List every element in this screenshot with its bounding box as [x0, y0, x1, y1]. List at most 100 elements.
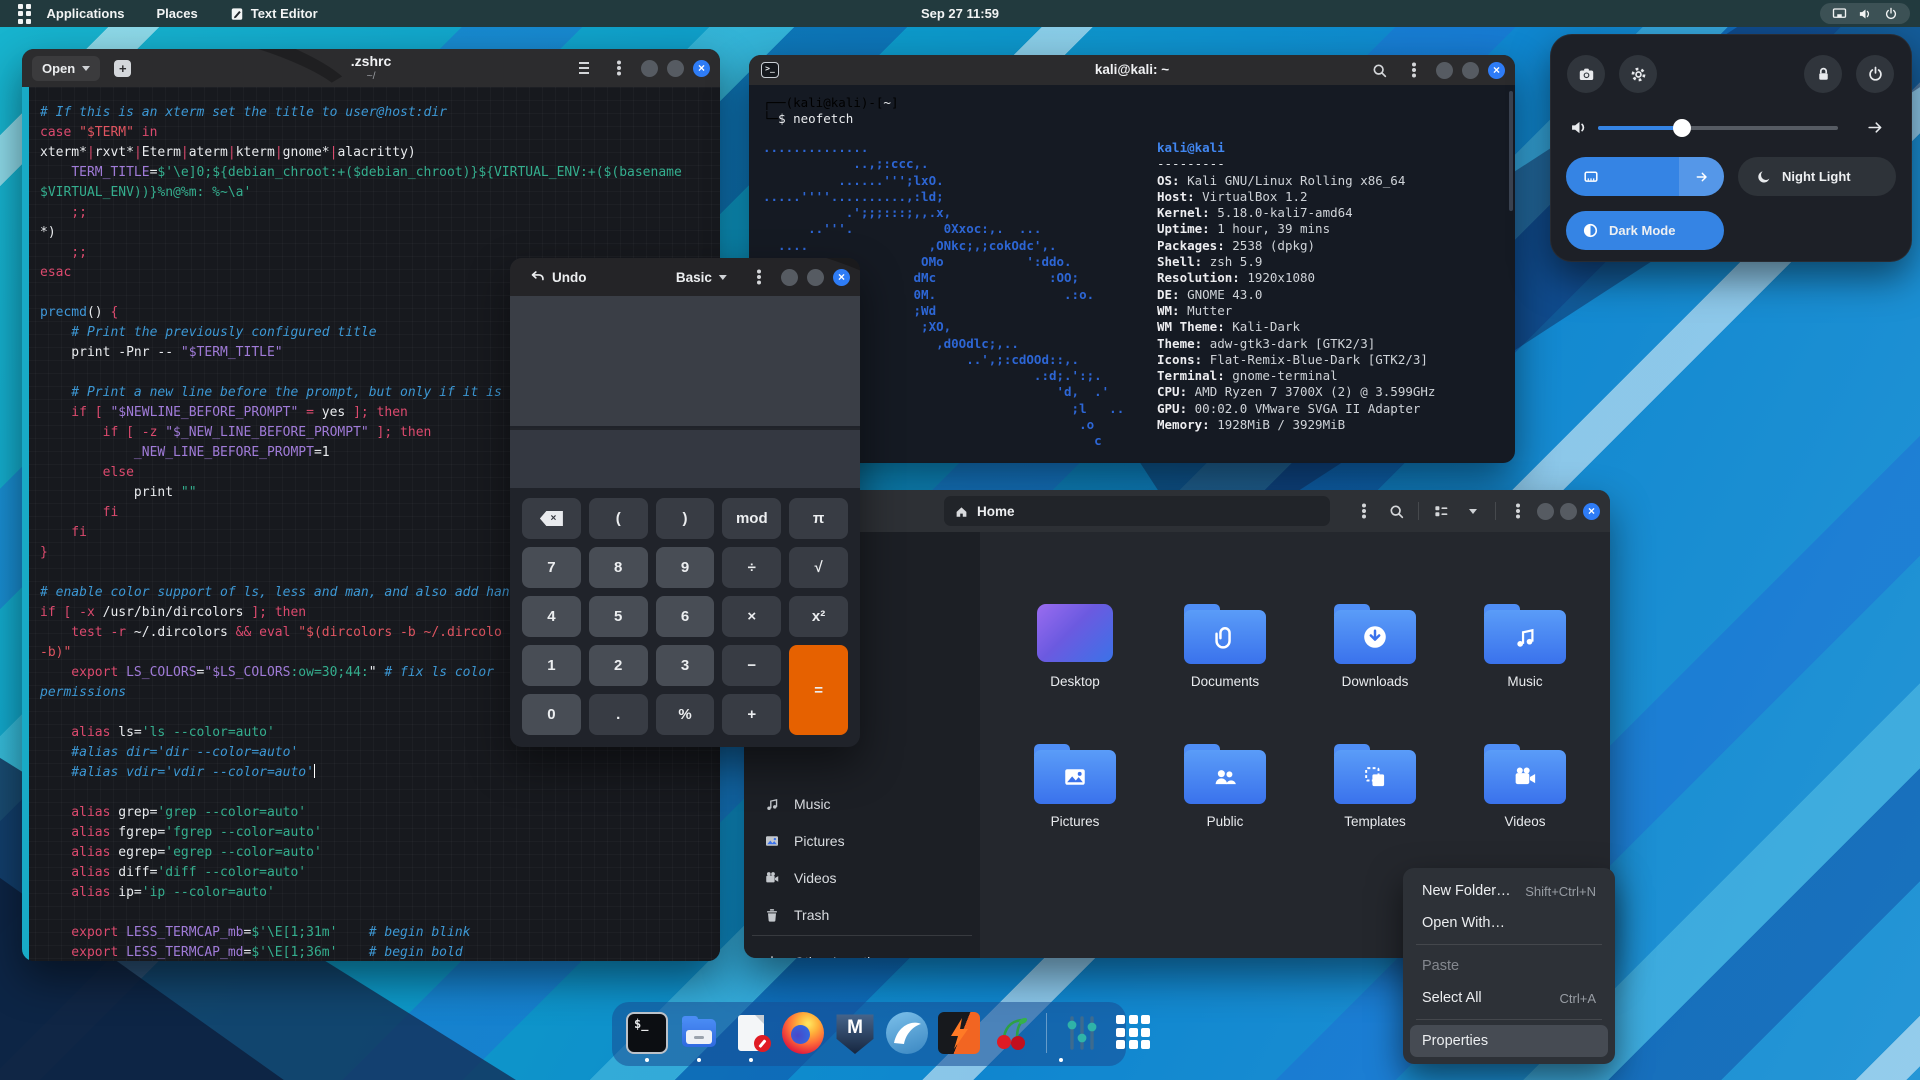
network-expand-arrow[interactable] [1679, 157, 1724, 196]
maximize-button[interactable] [807, 268, 824, 286]
calc-key-)[interactable]: ) [655, 498, 715, 539]
lock-button[interactable] [1804, 55, 1842, 93]
minimize-button[interactable] [1436, 61, 1453, 79]
calc-key-8[interactable]: 8 [588, 547, 648, 588]
kebab-menu-icon[interactable] [1401, 57, 1427, 83]
maximize-button[interactable] [1560, 502, 1577, 520]
calc-key-%[interactable]: % [655, 694, 715, 735]
dock-tweaks-icon[interactable] [1061, 1012, 1103, 1054]
calc-key-π[interactable]: π [789, 498, 848, 539]
calc-key-+[interactable]: + [722, 694, 782, 735]
dock-files-icon[interactable] [678, 1012, 720, 1054]
menu-item-new-folder[interactable]: New Folder… Shift+Ctrl+N [1410, 875, 1608, 907]
maximize-button[interactable] [1462, 61, 1479, 79]
sidebar-item-music[interactable]: Music [752, 787, 972, 820]
clock[interactable]: Sep 27 11:59 [921, 0, 999, 27]
night-light-toggle[interactable]: Night Light [1738, 157, 1896, 196]
files-toolbar[interactable]: Home × [744, 490, 1610, 532]
sidebar-item-other-locations[interactable]: Other Locations [752, 945, 972, 958]
calc-key-×[interactable]: × [722, 596, 782, 637]
sidebar-item-pictures[interactable]: Pictures [752, 824, 972, 857]
menu-applications[interactable]: Applications [31, 0, 141, 27]
calculator-titlebar[interactable]: Undo Basic × [510, 258, 860, 296]
folder-documents[interactable]: Documents [1150, 600, 1300, 736]
calc-key-x²[interactable]: x² [789, 596, 848, 637]
calc-key-7[interactable]: 7 [522, 547, 581, 588]
menu-item-properties[interactable]: Properties [1410, 1025, 1608, 1057]
calc-key-9[interactable]: 9 [655, 547, 715, 588]
folder-music[interactable]: Music [1450, 600, 1600, 736]
calc-key-=[interactable]: = [789, 645, 848, 735]
volume-slider-knob[interactable] [1673, 119, 1691, 137]
calc-key-0[interactable]: 0 [522, 694, 581, 735]
folder-public[interactable]: Public [1150, 740, 1300, 876]
calc-key-backspace[interactable]: × [522, 498, 581, 539]
calc-key-−[interactable]: − [722, 645, 782, 686]
menu-active-app[interactable]: Text Editor [214, 0, 334, 27]
search-icon[interactable] [1383, 498, 1409, 524]
kebab-menu-icon[interactable] [606, 55, 632, 81]
folder-desktop[interactable]: Desktop [1000, 600, 1150, 736]
folder-templates[interactable]: Templates [1300, 740, 1450, 876]
menu-places[interactable]: Places [141, 0, 214, 27]
kebab-menu-icon[interactable] [1505, 498, 1531, 524]
kebab-menu-icon[interactable] [746, 264, 772, 290]
dock-show-apps-icon[interactable] [1113, 1012, 1155, 1054]
close-button[interactable]: × [1488, 61, 1505, 79]
calc-key-√[interactable]: √ [789, 547, 848, 588]
folder-pictures[interactable]: Pictures [1000, 740, 1150, 876]
close-button[interactable]: × [1583, 502, 1600, 520]
dock-firefox-icon[interactable] [782, 1012, 824, 1054]
close-button[interactable]: × [833, 268, 850, 286]
new-tab-button[interactable]: + [114, 59, 132, 77]
calc-key-.[interactable]: . [588, 694, 648, 735]
calc-key-÷[interactable]: ÷ [722, 547, 782, 588]
dock-cherrytree-icon[interactable] [990, 1012, 1032, 1054]
open-button[interactable]: Open [32, 55, 101, 81]
mode-dropdown[interactable]: Basic [676, 270, 727, 285]
calc-key-1[interactable]: 1 [522, 645, 581, 686]
minimize-button[interactable] [781, 268, 798, 286]
sidebar-item-trash[interactable]: Trash [752, 898, 972, 931]
breadcrumb[interactable]: Home [944, 496, 1330, 526]
minimize-button[interactable] [641, 59, 658, 77]
sidebar-item-videos[interactable]: Videos [752, 861, 972, 894]
calculator-entry-field[interactable] [510, 428, 860, 488]
activities-grid-icon[interactable] [18, 3, 31, 24]
text-editor-titlebar[interactable]: Open + .zshrc ~/ × [22, 49, 720, 87]
menu-icon[interactable] [571, 55, 597, 81]
view-toggle-icon[interactable] [1428, 498, 1454, 524]
dock-text-editor-icon[interactable] [730, 1012, 772, 1054]
system-tray[interactable] [1820, 3, 1910, 24]
calc-key-5[interactable]: 5 [588, 596, 648, 637]
power-button[interactable] [1856, 55, 1894, 93]
dark-mode-toggle[interactable]: Dark Mode [1566, 211, 1724, 250]
menu-item-open-with[interactable]: Open With… [1410, 907, 1608, 939]
dock-wireshark-icon[interactable] [886, 1012, 928, 1054]
maximize-button[interactable] [667, 59, 684, 77]
close-button[interactable]: × [693, 59, 710, 77]
search-icon[interactable] [1366, 57, 1392, 83]
calc-key-mod[interactable]: mod [722, 498, 782, 539]
calc-key-([interactable]: ( [588, 498, 648, 539]
calc-key-6[interactable]: 6 [655, 596, 715, 637]
dock-burpsuite-icon[interactable] [938, 1012, 980, 1054]
wired-network-toggle[interactable] [1566, 157, 1724, 196]
folder-videos[interactable]: Videos [1450, 740, 1600, 876]
path-options-icon[interactable] [1351, 498, 1377, 524]
calc-key-2[interactable]: 2 [588, 645, 648, 686]
view-options-chevron-icon[interactable] [1460, 498, 1486, 524]
settings-button[interactable] [1619, 55, 1657, 93]
dock-terminal-icon[interactable]: $_ [626, 1012, 668, 1054]
folder-downloads[interactable]: Downloads [1300, 600, 1450, 736]
minimize-button[interactable] [1537, 502, 1554, 520]
calc-key-4[interactable]: 4 [522, 596, 581, 637]
terminal-titlebar[interactable]: >_ kali@kali: ~ × [749, 55, 1515, 85]
arrow-right-icon[interactable] [1866, 118, 1885, 137]
screenshot-button[interactable] [1567, 55, 1605, 93]
calc-key-3[interactable]: 3 [655, 645, 715, 686]
terminal-scrollbar[interactable] [1509, 91, 1513, 211]
menu-item-paste[interactable]: Paste [1410, 950, 1608, 982]
undo-button[interactable]: Undo [522, 266, 595, 289]
menu-item-select-all[interactable]: Select All Ctrl+A [1410, 982, 1608, 1014]
